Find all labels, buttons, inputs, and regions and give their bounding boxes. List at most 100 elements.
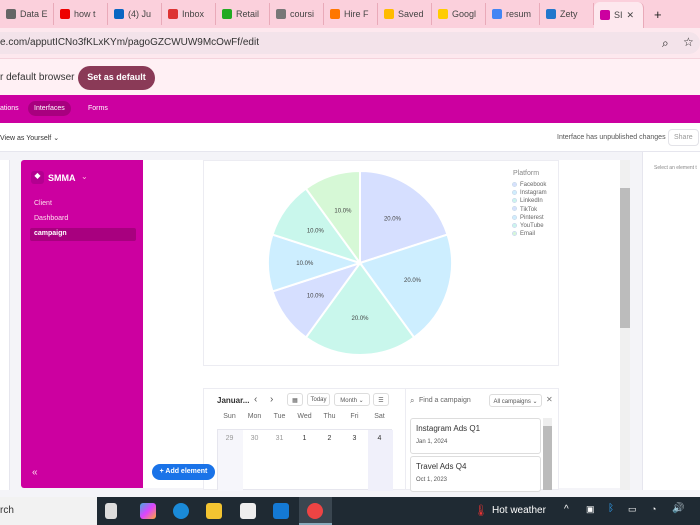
panel-hint: Select an element t xyxy=(654,165,697,171)
browser-tab[interactable]: Data E xyxy=(0,3,54,25)
store-icon[interactable] xyxy=(240,503,256,519)
sidebar-item-dashboard[interactable]: Dashboard xyxy=(30,213,136,226)
battery-icon[interactable]: ▭ xyxy=(628,504,637,515)
calendar-day[interactable]: 29 xyxy=(217,435,242,442)
edge-icon[interactable] xyxy=(173,503,189,519)
browser-tab[interactable]: SI ✕ xyxy=(594,2,644,28)
weather-text[interactable]: Hot weather xyxy=(492,505,546,516)
copilot-icon[interactable] xyxy=(140,503,156,519)
add-element-button[interactable]: + Add element xyxy=(152,464,215,480)
view-as-label: View as Yourself xyxy=(0,135,52,142)
url-field[interactable]: e.com/apputICNo3fKLxKYm/pagoGZCWUW9McOwF… xyxy=(0,32,700,54)
browser-tab[interactable]: Saved xyxy=(378,3,432,25)
calendar-day[interactable]: 4 xyxy=(367,435,392,442)
legend-dot-icon xyxy=(512,231,517,237)
weekday-header: Wed xyxy=(297,413,312,420)
slice-label: 10.0% xyxy=(307,229,325,235)
calendar-icon[interactable]: ▦ xyxy=(287,393,303,406)
tab-favicon-icon xyxy=(330,9,340,19)
legend-dot-icon xyxy=(512,214,517,220)
next-month-button[interactable]: › xyxy=(270,394,273,405)
campaign-search-input[interactable]: Find a campaign xyxy=(419,397,471,404)
prev-month-button[interactable]: ‹ xyxy=(254,394,257,405)
nav-forms[interactable]: Forms xyxy=(88,105,108,112)
browser-tab[interactable]: coursi xyxy=(270,3,324,25)
today-button[interactable]: Today xyxy=(307,393,330,406)
calendar-day[interactable]: 30 xyxy=(242,435,267,442)
legend-label: YouTube xyxy=(520,222,544,229)
legend-dot-icon xyxy=(512,181,517,187)
pie-chart-card[interactable]: 20.0% 20.0% 20.0% 10.0% 10.0% 10.0% 10.0% Plat… xyxy=(203,160,559,366)
calendar-day[interactable]: 3 xyxy=(342,435,367,442)
calendar-options-icon[interactable]: ☰ xyxy=(373,393,389,406)
tab-favicon-icon xyxy=(168,9,178,19)
tab-favicon-icon xyxy=(546,9,556,19)
campaign-list-item[interactable]: Travel Ads Q4 Oct 1, 2023 xyxy=(410,456,541,492)
legend-item[interactable]: TikTok xyxy=(512,206,547,215)
zoom-icon[interactable]: ⌕ xyxy=(662,36,669,51)
nav-automations[interactable]: ations xyxy=(0,105,19,112)
chevron-up-icon[interactable]: ^ xyxy=(564,504,569,515)
legend-item[interactable]: YouTube xyxy=(512,222,547,231)
file-explorer-icon[interactable] xyxy=(206,503,222,519)
campaign-list-item[interactable]: Instagram Ads Q1 Jan 1, 2024 xyxy=(410,418,541,454)
chevron-down-icon[interactable]: ⌄ xyxy=(81,172,88,181)
new-tab-button[interactable]: + xyxy=(654,7,662,22)
view-select[interactable]: Month ⌄ xyxy=(334,393,370,406)
legend-item[interactable]: Email xyxy=(512,231,547,239)
bluetooth-icon[interactable]: ᛒ xyxy=(608,503,614,514)
legend-label: Pinterest xyxy=(520,214,544,221)
slice-label: 10.0% xyxy=(307,293,325,299)
tab-label: Retail xyxy=(236,9,260,19)
browser-tab[interactable]: Inbox xyxy=(162,3,216,25)
legend-item[interactable]: Facebook xyxy=(512,181,547,190)
tab-label: Inbox xyxy=(182,9,205,19)
legend-item[interactable]: Pinterest xyxy=(512,214,547,223)
calendar-day[interactable]: 31 xyxy=(267,435,292,442)
collapse-sidebar-icon[interactable]: « xyxy=(32,467,38,478)
chrome-taskbar-button[interactable] xyxy=(299,497,332,525)
volume-icon[interactable]: 🔊 xyxy=(672,503,684,514)
outlook-icon[interactable] xyxy=(273,503,289,519)
taskbar-search-text: rch xyxy=(0,505,14,516)
sidebar-item-campaign[interactable]: campaign xyxy=(30,228,136,241)
wifi-icon[interactable]: ◔ xyxy=(651,504,656,514)
view-as-dropdown[interactable]: View as Yourself ⌄ xyxy=(0,134,59,142)
browser-tab[interactable]: Zety xyxy=(540,3,594,25)
calendar-day[interactable]: 1 xyxy=(292,435,317,442)
app-name[interactable]: SMMA xyxy=(48,173,76,183)
browser-tab[interactable]: resum xyxy=(486,3,540,25)
weekday-header: Thu xyxy=(323,413,336,420)
weekday-header: Mon xyxy=(247,413,262,420)
chart-legend: Facebook Instagram LinkedIn TikTok Pinterest… xyxy=(512,181,547,239)
campaign-list-scrollbar[interactable] xyxy=(543,418,552,490)
tab-label: resum xyxy=(506,9,532,19)
taskbar-search[interactable]: rch xyxy=(0,497,97,525)
canvas-scrollbar[interactable] xyxy=(620,160,630,490)
browser-tab[interactable]: Googl xyxy=(432,3,486,25)
legend-label: TikTok xyxy=(520,206,538,213)
close-tab-icon[interactable]: ✕ xyxy=(627,10,635,21)
top-nav: ations Interfaces Forms xyxy=(0,95,700,123)
nav-interfaces[interactable]: Interfaces xyxy=(28,101,71,116)
tab-label: (4) Ju xyxy=(128,9,152,19)
calendar-day[interactable]: 2 xyxy=(317,435,342,442)
meet-icon[interactable]: ▣ xyxy=(586,504,595,515)
sidebar-item-client[interactable]: Client xyxy=(30,198,136,211)
browser-tab[interactable]: Hire F xyxy=(324,3,378,25)
legend-item[interactable]: Instagram xyxy=(512,190,547,198)
browser-tab[interactable]: how t xyxy=(54,3,108,25)
browser-tab[interactable]: Retail xyxy=(216,3,270,25)
legend-item[interactable]: LinkedIn xyxy=(512,198,547,206)
taskbar: rch 🌡 Hot weather ^ ▣ ᛒ ▭ ◔ 🔊 xyxy=(0,497,700,525)
default-browser-banner: r default browser Set as default xyxy=(0,58,700,95)
share-button[interactable]: Share xyxy=(668,129,699,146)
bookmark-star-icon[interactable]: ☆ xyxy=(683,35,694,49)
task-view-icon[interactable] xyxy=(105,503,117,519)
campaign-filter-select[interactable]: All campaigns ⌄ xyxy=(489,394,542,407)
browser-tab[interactable]: (4) Ju xyxy=(108,3,162,25)
set-as-default-button[interactable]: Set as default xyxy=(78,66,155,90)
close-icon[interactable]: ✕ xyxy=(546,395,553,404)
legend-label: LinkedIn xyxy=(520,198,543,205)
campaign-filter-label: All campaigns xyxy=(493,399,531,405)
